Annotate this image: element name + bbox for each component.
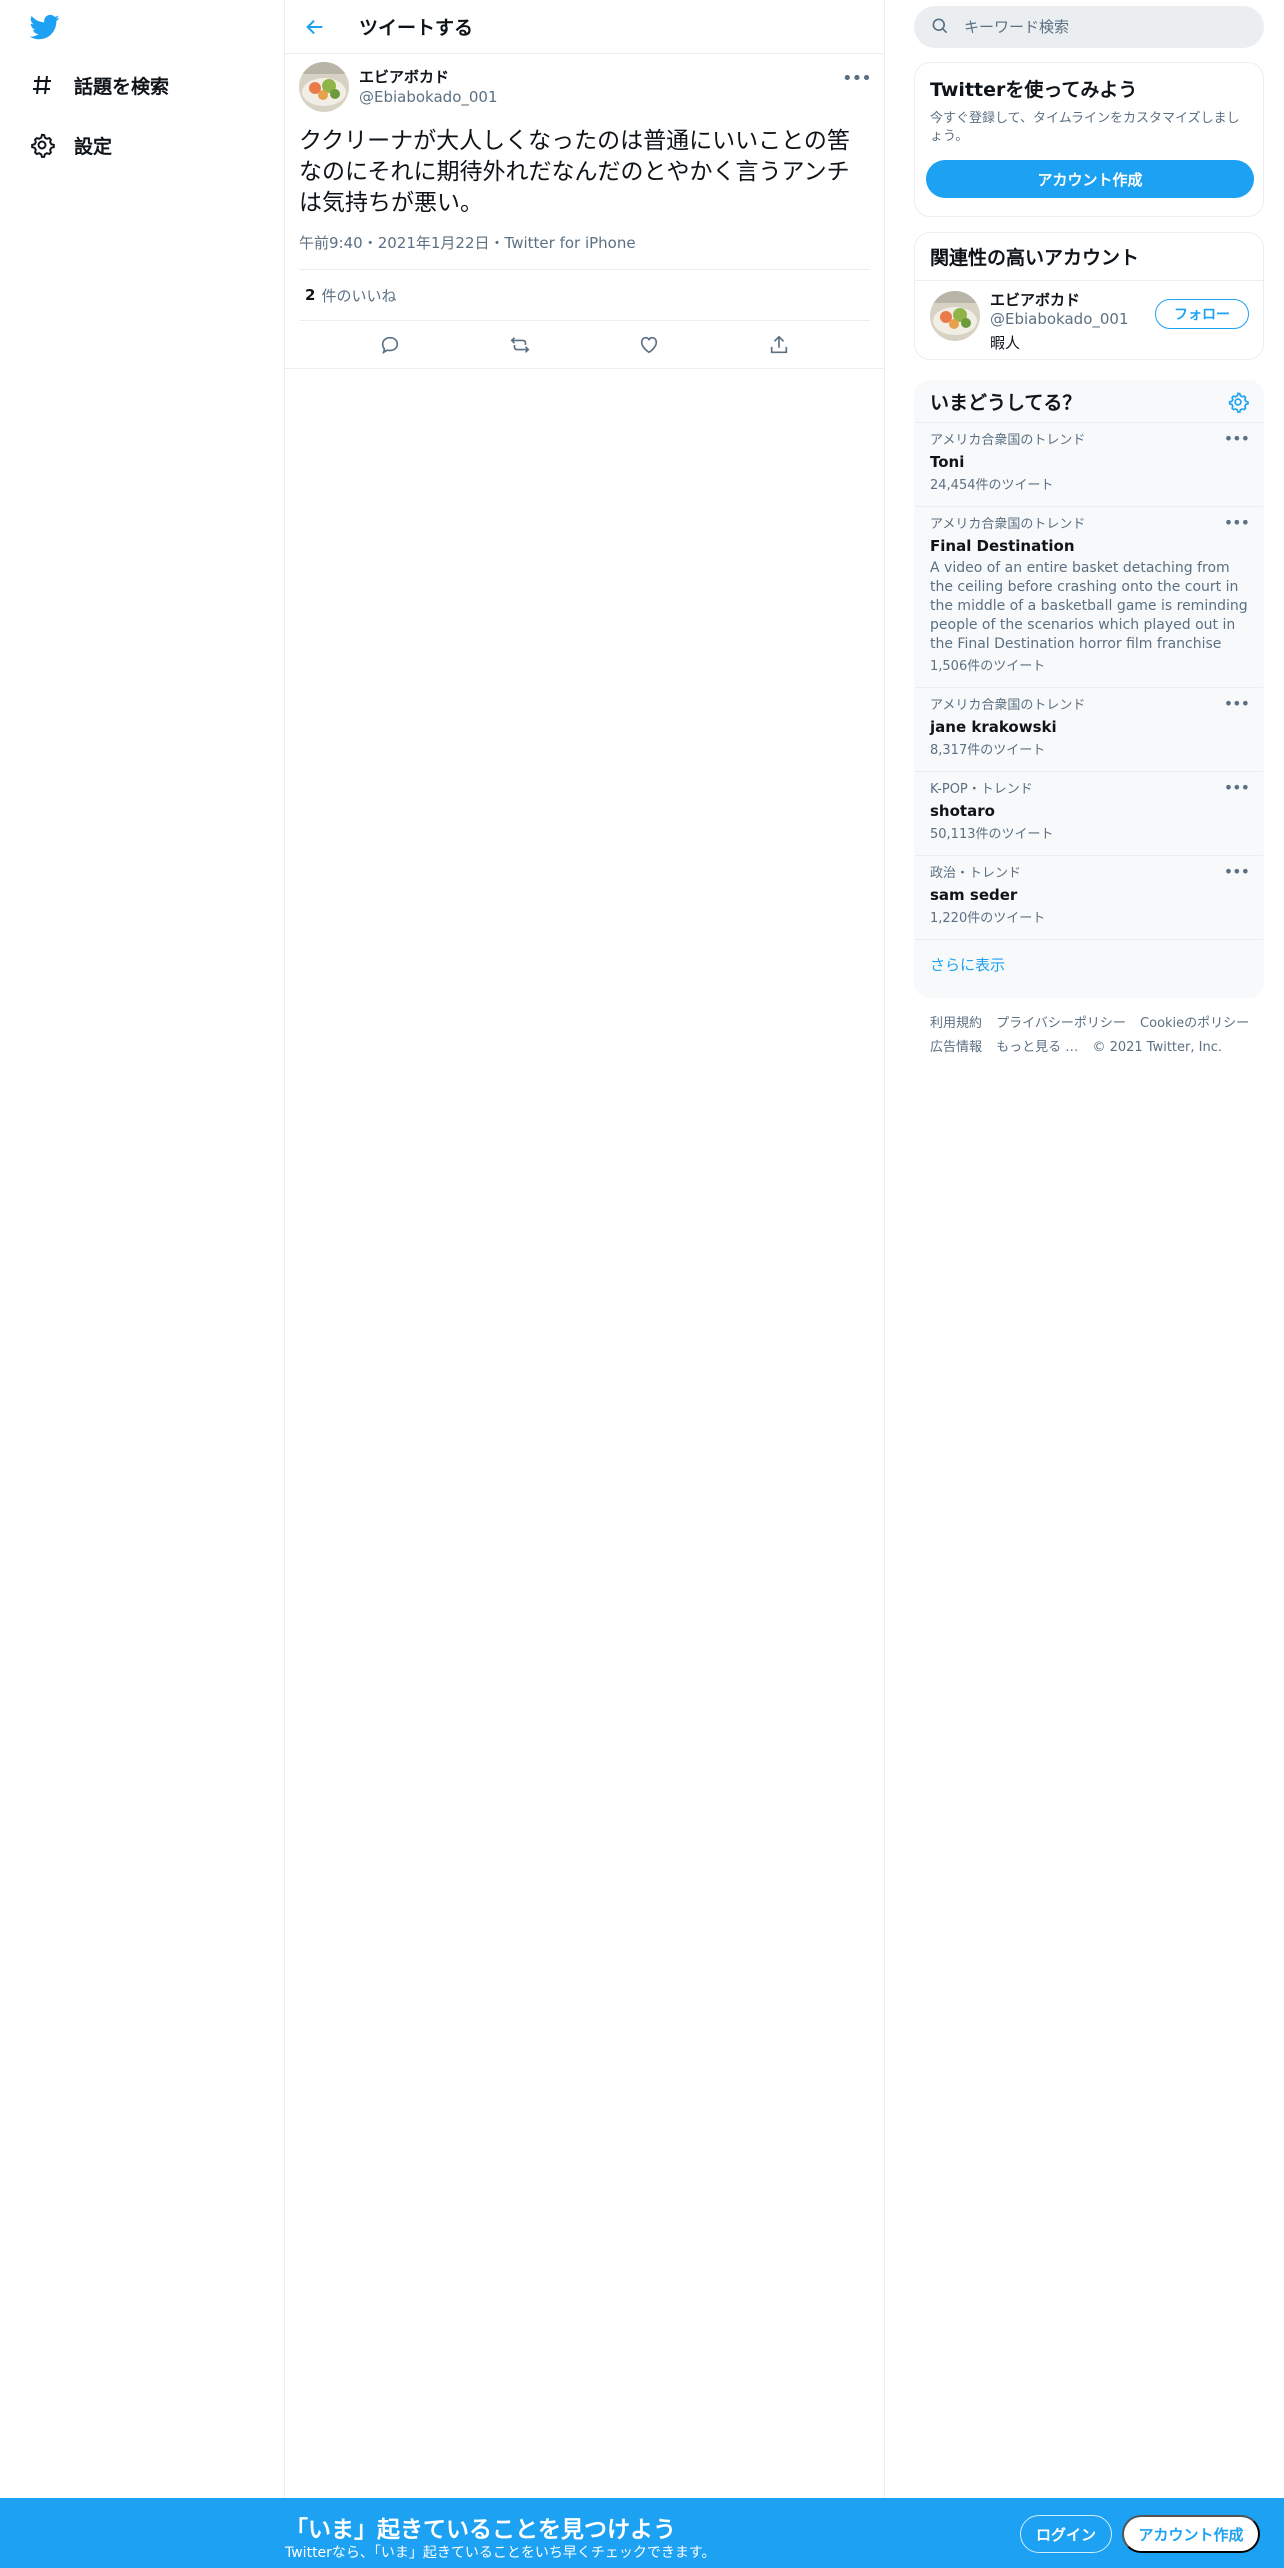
trend-count: 1,220件のツイート [930,911,1046,926]
avatar[interactable] [930,291,980,341]
footer-more-link[interactable]: もっと見る … [996,1040,1078,1055]
tweet-time-link[interactable]: 午前9:40・2021年1月22日 [299,234,490,252]
like-count: 2 [305,286,316,304]
footer-links: 利用規約 プライバシーポリシー Cookieのポリシー 広告情報 もっと見る …… [930,1012,1260,1060]
footer-terms-link[interactable]: 利用規約 [930,1016,982,1031]
tweet-source-link[interactable]: Twitter for iPhone [505,234,636,252]
tweet-text: ククリーナが大人しくなったのは普通にいいことの筈なのにそれに期待外れだなんだのと… [299,128,850,216]
likes-row[interactable]: 2 件のいいね [299,269,870,321]
tweet-actions [285,321,884,369]
nav-explore-label: 話題を検索 [74,75,170,98]
signup-card-title: Twitterを使ってみよう [930,79,1138,101]
share-icon[interactable] [760,326,798,364]
avatar[interactable] [299,62,349,112]
trend-context: K-POP・トレンド [930,782,1033,797]
trend-name: Toni [930,453,965,471]
trend-name: jane krakowski [930,718,1057,736]
show-more-link[interactable]: さらに表示 [915,940,1263,989]
search-icon [930,16,952,38]
footer-ads-link[interactable]: 広告情報 [930,1040,982,1055]
author-name[interactable]: エビアボカド [359,67,498,87]
related-account-row[interactable]: エビアボカド @Ebiabokado_001 暇人 フォロー [915,281,1263,359]
bottom-bar-subtitle: Twitterなら、「いま」起きていることをいち早くチェックできます。 [285,2545,716,2561]
retweet-icon[interactable] [501,326,539,364]
trend-item[interactable]: K-POP・トレンド shotaro 50,113件のツイート ••• [915,772,1263,856]
trend-name: Final Destination [930,537,1075,555]
more-options-icon[interactable]: ••• [1224,694,1250,713]
like-icon[interactable] [630,326,668,364]
trend-name: shotaro [930,802,995,820]
page-header: ツイートする [285,0,884,54]
trend-context: 政治・トレンド [930,866,1022,881]
signup-button[interactable]: アカウント作成 [1122,2515,1260,2553]
trend-description: A video of an entire basket detaching fr… [930,560,1248,652]
trends-header: いまどうしてる？ [915,381,1263,423]
more-options-icon[interactable]: ••• [842,68,872,89]
bottom-bar-title: 「いま」起きていることを見つけよう [285,2517,676,2543]
tweet-author-row: エビアボカド @Ebiabokado_001 [299,54,870,120]
twitter-logo-icon[interactable] [28,12,66,44]
related-info: エビアボカド @Ebiabokado_001 暇人 [990,291,1129,352]
tweet-meta: 午前9:40・2021年1月22日・Twitter for iPhone [299,233,870,269]
trend-item[interactable]: 政治・トレンド sam seder 1,220件のツイート ••• [915,856,1263,940]
trends-title: いまどうしてる？ [930,392,1082,414]
more-options-icon[interactable]: ••• [1224,429,1250,448]
signup-card-subtitle: 今すぐ登録して、タイムラインをカスタマイズしましょう。 [930,111,1240,144]
gear-icon[interactable] [1227,391,1249,413]
gear-icon [28,131,56,159]
reply-icon[interactable] [371,326,409,364]
nav-explore[interactable]: 話題を検索 [28,60,169,110]
related-accounts-card: 関連性の高いアカウント エビアボカド @Ebiabokado_001 暇人 フォ… [914,232,1264,360]
trend-count: 1,506件のツイート [930,659,1046,674]
like-label: 件のいいね [321,286,397,305]
related-bio: 暇人 [990,334,1021,352]
trend-count: 8,317件のツイート [930,743,1046,758]
create-account-button[interactable]: アカウント作成 [926,160,1254,198]
related-name: エビアボカド [990,291,1081,309]
trend-context: アメリカ合衆国のトレンド [930,698,1086,713]
main-column: ツイートする エビアボカド @Ebiabokado_001 ••• ククリーナが… [285,0,885,2568]
trend-context: アメリカ合衆国のトレンド [930,517,1086,532]
left-nav: 話題を検索 設定 [0,0,285,2568]
trend-item[interactable]: アメリカ合衆国のトレンド Toni 24,454件のツイート ••• [915,423,1263,507]
nav-settings-label: 設定 [74,135,113,158]
page-title: ツイートする [359,17,474,39]
follow-button[interactable]: フォロー [1155,299,1249,329]
nav-settings[interactable]: 設定 [28,120,112,170]
trend-count: 50,113件のツイート [930,827,1054,842]
bottom-signup-bar: 「いま」起きていることを見つけよう Twitterなら、「いま」起きていることを… [0,2498,1284,2568]
trends-card: いまどうしてる？ アメリカ合衆国のトレンド Toni 24,454件のツイート … [914,380,1264,998]
related-title: 関連性の高いアカウント [915,233,1263,281]
trend-item[interactable]: アメリカ合衆国のトレンド jane krakowski 8,317件のツイート … [915,688,1263,772]
meta-separator: ・ [489,234,505,252]
footer-copyright: © 2021 Twitter, Inc. [1092,1040,1222,1055]
tweet-author: エビアボカド @Ebiabokado_001 [359,67,498,107]
more-options-icon[interactable]: ••• [1224,862,1250,881]
author-handle[interactable]: @Ebiabokado_001 [359,87,498,107]
search-box[interactable] [914,6,1264,48]
tweet: エビアボカド @Ebiabokado_001 ••• ククリーナが大人しくなった… [285,54,884,369]
trend-context: アメリカ合衆国のトレンド [930,433,1086,448]
hashtag-icon [28,71,56,99]
back-button[interactable] [297,9,333,45]
footer-privacy-link[interactable]: プライバシーポリシー [996,1016,1126,1031]
trend-count: 24,454件のツイート [930,478,1054,493]
signup-card: Twitterを使ってみよう 今すぐ登録して、タイムラインをカスタマイズしましょ… [914,62,1264,217]
related-handle: @Ebiabokado_001 [990,310,1129,328]
trend-name: sam seder [930,886,1018,904]
trend-item[interactable]: アメリカ合衆国のトレンド Final Destination A video o… [915,507,1263,688]
login-button[interactable]: ログイン [1020,2515,1112,2553]
footer-cookie-link[interactable]: Cookieのポリシー [1140,1016,1249,1031]
search-input[interactable] [962,17,1242,37]
more-options-icon[interactable]: ••• [1224,513,1250,532]
more-options-icon[interactable]: ••• [1224,778,1250,797]
